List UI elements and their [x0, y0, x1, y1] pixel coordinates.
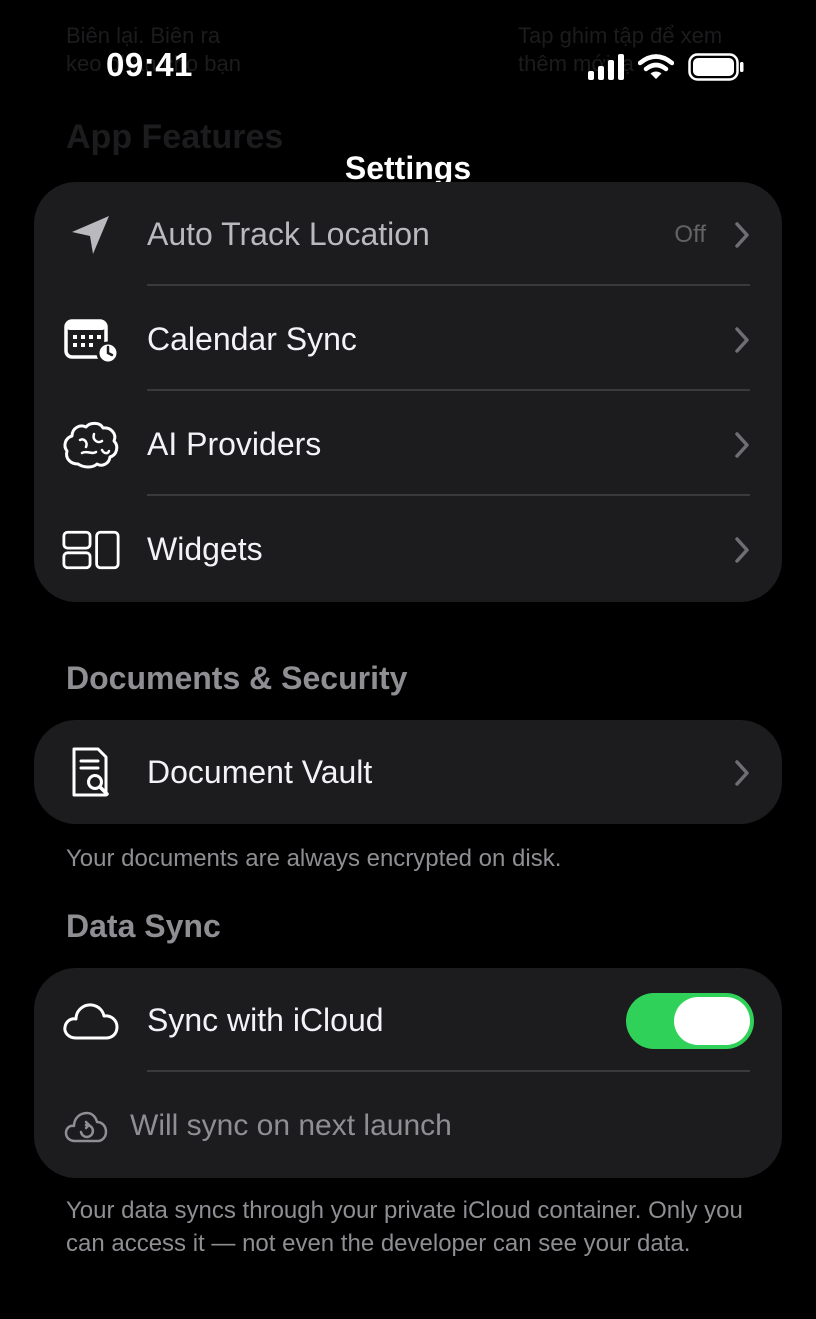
- brain-icon: [62, 416, 120, 474]
- settings-row-label: Sync with iCloud: [147, 1002, 384, 1038]
- toggle-knob: [674, 997, 750, 1045]
- row-divider: [147, 1070, 750, 1072]
- setting-value: Off: [674, 221, 706, 248]
- settings-row-label: AI Providers: [147, 426, 322, 462]
- cellular-signal-icon: [588, 54, 624, 80]
- background-ghost-text: Biên lại. Biên ra keo phần cho bạn: [66, 23, 241, 76]
- settings-row-ai-providers[interactable]: AI Providers: [34, 392, 782, 497]
- section-header-data-sync: Data Sync: [66, 908, 221, 944]
- cloud-icon: [62, 992, 120, 1050]
- row-divider: [147, 389, 750, 391]
- chevron-right-icon: [735, 327, 749, 353]
- data-sync-card: Sync with iCloud Will sync on next launc…: [34, 968, 782, 1178]
- chevron-right-icon: [735, 432, 749, 458]
- documents-card: Document Vault: [34, 720, 782, 824]
- row-divider: [147, 284, 750, 286]
- wifi-icon: [638, 54, 674, 79]
- settings-row-label: Document Vault: [147, 754, 373, 790]
- sync-status-text: Will sync on next launch: [130, 1109, 452, 1142]
- row-divider: [147, 494, 750, 496]
- settings-row-sync-icloud: Sync with iCloud: [34, 968, 782, 1073]
- documents-footnote: Your documents are always encrypted on d…: [66, 845, 562, 872]
- app-features-card: Auto Track Location Off Calendar Sync AI…: [34, 182, 782, 602]
- battery-icon: [688, 53, 744, 81]
- document-search-icon: [62, 744, 120, 802]
- settings-row-widgets[interactable]: Widgets: [34, 497, 782, 602]
- settings-row-label: Widgets: [147, 531, 263, 567]
- chevron-right-icon: [735, 760, 749, 786]
- chevron-right-icon: [735, 537, 749, 563]
- sync-status-row: Will sync on next launch: [34, 1074, 782, 1178]
- data-sync-footnote: Your data syncs through your private iCl…: [66, 1197, 743, 1257]
- settings-row-auto-track-location[interactable]: Auto Track Location Off: [34, 182, 782, 287]
- calendar-clock-icon: [62, 311, 120, 369]
- icloud-sync-toggle[interactable]: [626, 993, 754, 1049]
- settings-row-document-vault[interactable]: Document Vault: [34, 720, 782, 824]
- status-bar-time: 09:41: [106, 46, 193, 83]
- settings-row-label: Auto Track Location: [147, 216, 430, 252]
- cloud-sync-icon: [64, 1110, 108, 1144]
- settings-row-label: Calendar Sync: [147, 321, 357, 357]
- section-header-documents-security: Documents & Security: [66, 660, 408, 696]
- settings-row-calendar-sync[interactable]: Calendar Sync: [34, 287, 782, 392]
- widgets-icon: [62, 521, 120, 579]
- location-arrow-icon: [62, 206, 120, 264]
- status-bar-icons: [588, 50, 744, 84]
- chevron-right-icon: [735, 222, 749, 248]
